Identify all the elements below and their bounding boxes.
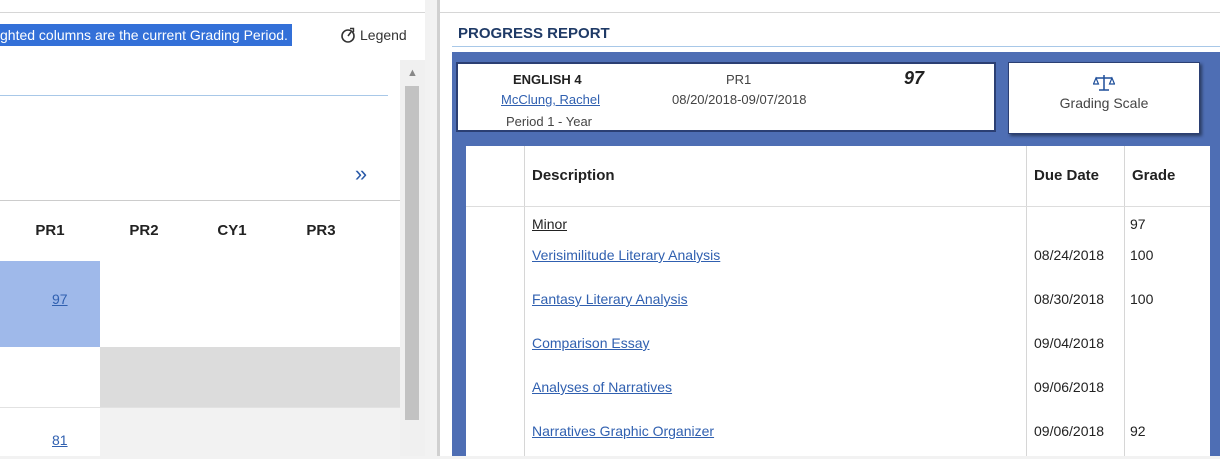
assignments-table: Description Due Date Grade Minor 97 Veri… <box>466 146 1210 456</box>
column-header-cy1[interactable]: CY1 <box>188 201 277 261</box>
due-date: 09/06/2018 <box>1034 423 1105 439</box>
vertical-scrollbar[interactable]: ▲ <box>400 60 425 456</box>
course-grade: 97 <box>904 68 925 88</box>
top-rule <box>0 0 425 13</box>
legend-icon <box>341 27 355 43</box>
column-header-pr3[interactable]: PR3 <box>276 201 367 261</box>
grading-scale-label: Grading Scale <box>1059 95 1149 111</box>
description-header[interactable]: Description <box>532 146 615 206</box>
course-period: Period 1 - Year <box>506 114 593 129</box>
due-date: 09/04/2018 <box>1034 335 1105 351</box>
assignment-link[interactable]: Comparison Essay <box>532 335 650 351</box>
progress-report-panel: PROGRESS REPORT ENGLISH 4 McClung, Rache… <box>440 0 1220 456</box>
gradebook-panel: ghted columns are the current Grading Pe… <box>0 0 425 456</box>
legend-label: Legend <box>360 27 407 43</box>
column-header-pr1[interactable]: PR1 <box>0 201 101 261</box>
table-row: Verisimilitude Literary Analysis 08/24/2… <box>466 243 1210 283</box>
grade-cell-pr1-row2 <box>0 347 101 407</box>
scroll-thumb[interactable] <box>405 86 419 420</box>
table-header-row: Description Due Date Grade <box>466 146 1210 207</box>
assignment-link[interactable]: Verisimilitude Literary Analysis <box>532 247 720 263</box>
legend-button[interactable]: Legend <box>340 24 407 46</box>
term-date-range: 08/20/2018-09/07/2018 <box>672 92 807 107</box>
next-columns-button[interactable]: » <box>346 162 376 186</box>
assignment-link[interactable]: Analyses of Narratives <box>532 379 672 395</box>
grades-grid: PR1 PR2 CY1 PR3 97 81 <box>0 200 400 456</box>
table-row: Comparison Essay 09/04/2018 <box>466 331 1210 371</box>
grading-term: PR1 <box>726 72 752 87</box>
course-name: ENGLISH 4 <box>513 72 582 87</box>
column-header-blank <box>366 201 400 261</box>
table-row: Minor 97 <box>466 206 1210 246</box>
grade: 92 <box>1130 423 1146 439</box>
grade-cell-pr1-row3[interactable]: 81 <box>0 407 101 456</box>
top-rule <box>440 0 1220 13</box>
teacher-link[interactable]: McClung, Rachel <box>501 92 600 107</box>
grade-row-2-rest <box>100 347 400 407</box>
grade: 97 <box>1130 216 1146 232</box>
title-field <box>622 18 930 47</box>
grade-header[interactable]: Grade <box>1132 146 1175 206</box>
course-summary-card: ENGLISH 4 McClung, Rachel Period 1 - Yea… <box>456 62 996 132</box>
grade-link[interactable]: 97 <box>52 291 68 307</box>
grade-cell-pr1-row1[interactable]: 97 <box>0 261 101 347</box>
scroll-up-icon[interactable]: ▲ <box>400 60 425 84</box>
grade-row-1-rest <box>100 261 400 347</box>
category-label: Minor <box>532 216 568 232</box>
assignment-link[interactable]: Fantasy Literary Analysis <box>532 291 688 307</box>
separator <box>0 95 388 96</box>
column-header-pr2[interactable]: PR2 <box>100 201 189 261</box>
due-date: 08/24/2018 <box>1034 247 1105 263</box>
title-rule <box>452 46 1220 47</box>
table-row: Narratives Graphic Organizer 09/06/2018 … <box>466 419 1210 459</box>
table-row: Analyses of Narratives 09/06/2018 <box>466 375 1210 415</box>
due-date: 09/06/2018 <box>1034 379 1105 395</box>
grade-link[interactable]: 81 <box>52 432 68 448</box>
assignment-link[interactable]: Narratives Graphic Organizer <box>532 423 714 439</box>
grade-row-3-rest <box>100 407 400 456</box>
grading-scale-button[interactable]: Grading Scale <box>1008 62 1200 134</box>
due-date: 08/30/2018 <box>1034 291 1105 307</box>
table-row: Fantasy Literary Analysis 08/30/2018 100 <box>466 287 1210 327</box>
grade: 100 <box>1130 291 1154 307</box>
page-title: PROGRESS REPORT <box>458 25 610 42</box>
grade: 100 <box>1130 247 1154 263</box>
due-date-header[interactable]: Due Date <box>1034 146 1099 206</box>
current-period-note: ghted columns are the current Grading Pe… <box>0 24 292 46</box>
balance-scale-icon <box>1093 75 1115 91</box>
